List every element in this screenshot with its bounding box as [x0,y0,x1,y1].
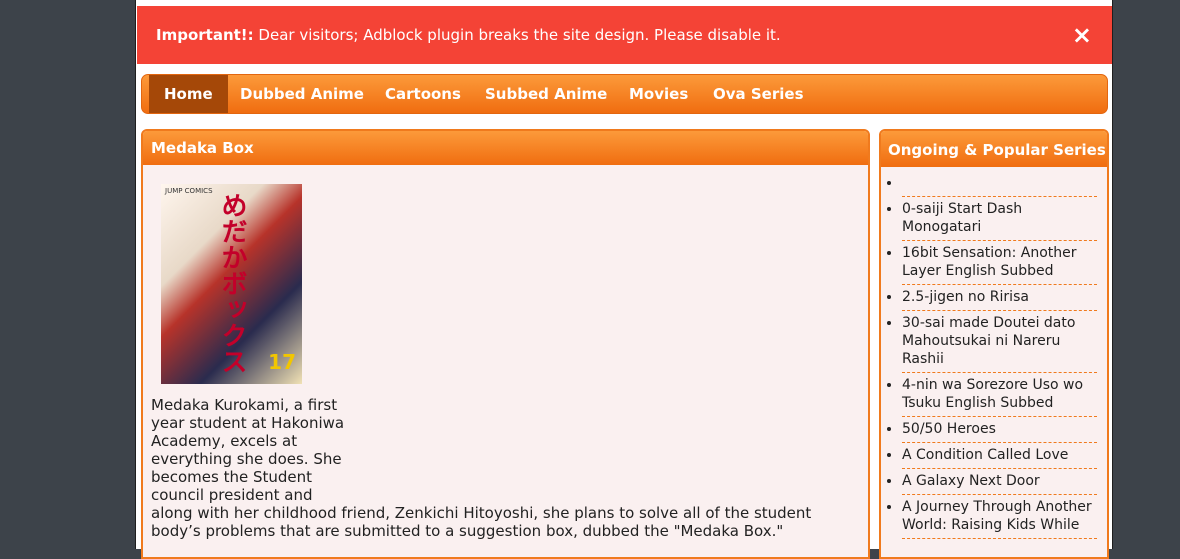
list-item[interactable]: A Condition Called Love [902,443,1097,469]
list-item[interactable]: 50/50 Heroes [902,417,1097,443]
series-panel: Medaka Box JUMP COMICS めだかボックス 17 Medaka… [141,129,870,559]
alert-strong: Important!: [156,26,254,44]
sidebar-title: Ongoing & Popular Series [881,131,1107,167]
list-item[interactable]: A Journey Through Another World: Raising… [902,495,1097,539]
list-item[interactable]: A Galaxy Next Door [902,469,1097,495]
series-title: Medaka Box [143,131,868,165]
main-navigation: Home Dubbed Anime Cartoons Subbed Anime … [141,74,1108,114]
nav-dubbed-anime[interactable]: Dubbed Anime [225,75,379,113]
nav-cartoons[interactable]: Cartoons [370,75,476,113]
close-icon[interactable]: × [1072,6,1092,64]
cover-title: めだかボックス [217,192,247,374]
sidebar-panel: Ongoing & Popular Series 0-saiji Start D… [879,129,1109,559]
nav-subbed-anime[interactable]: Subbed Anime [470,75,622,113]
list-item[interactable]: 0-saiji Start Dash Monogatari [902,197,1097,241]
cover-volume: 17 [268,350,296,374]
list-item[interactable]: 4-nin wa Sorezore Uso wo Tsuku English S… [902,373,1097,417]
list-item[interactable]: 2.5-jigen no Ririsa [902,285,1097,311]
series-description: Medaka Kurokami, a first year student at… [151,396,851,540]
nav-movies[interactable]: Movies [614,75,703,113]
list-item[interactable] [902,171,1097,197]
nav-ova-series[interactable]: Ova Series [698,75,819,113]
page: Important!: Dear visitors; Adblock plugi… [135,0,1113,559]
list-item[interactable]: 30-sai made Doutei dato Mahoutsukai ni N… [902,311,1097,373]
description-narrow: Medaka Kurokami, a first year student at… [151,396,345,504]
description-wide: along with her childhood friend, Zenkich… [151,504,812,540]
list-item[interactable]: 16bit Sensation: Another Layer English S… [902,241,1097,285]
series-list: 0-saiji Start Dash Monogatari 16bit Sens… [881,167,1107,539]
cover-publisher: JUMP COMICS [165,187,213,195]
cover-image: JUMP COMICS めだかボックス 17 [161,184,302,384]
adblock-alert: Important!: Dear visitors; Adblock plugi… [137,6,1112,64]
alert-message: Dear visitors; Adblock plugin breaks the… [258,26,781,44]
nav-home[interactable]: Home [149,75,228,113]
